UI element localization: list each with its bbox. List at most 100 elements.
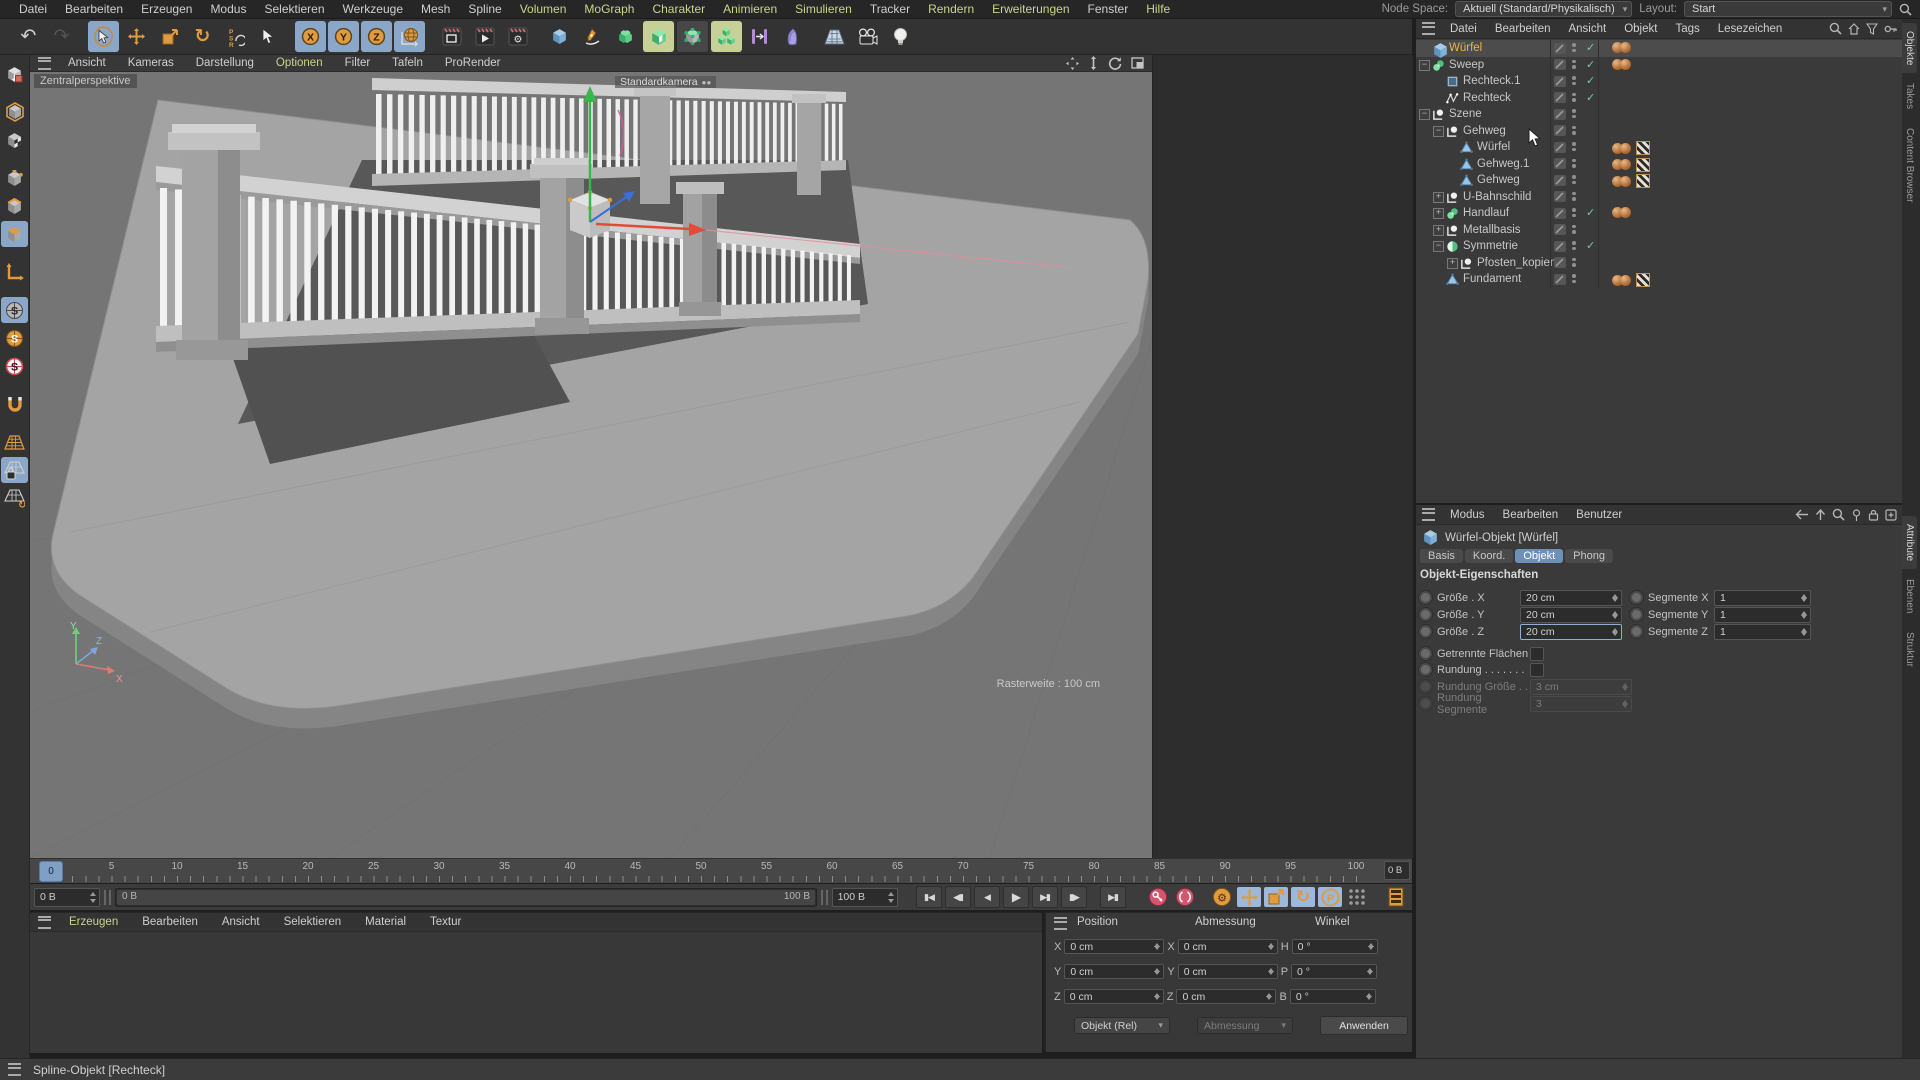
- texture-tag-icon[interactable]: [1636, 174, 1650, 188]
- object-menu-datei[interactable]: Datei: [1441, 23, 1486, 35]
- visibility-dots-icon[interactable]: [1572, 142, 1576, 151]
- deformer-menu[interactable]: [676, 20, 709, 53]
- node-space-select[interactable]: Aktuell (Standard/Physikalisch) ▾: [1455, 1, 1633, 17]
- segments-value-field[interactable]: 1: [1714, 606, 1811, 623]
- checkbox[interactable]: [1530, 662, 1544, 677]
- tab-basis[interactable]: Basis: [1420, 549, 1463, 563]
- size-value-field[interactable]: 20 cm: [1520, 623, 1622, 640]
- object-row-rechteck-1[interactable]: Rechteck.1 ✓: [1416, 73, 1902, 90]
- visibility-dots-icon[interactable]: [1572, 224, 1576, 234]
- stepper-icon[interactable]: [1267, 940, 1275, 953]
- visibility-dots-icon[interactable]: [1572, 76, 1576, 85]
- back-arrow-icon[interactable]: [1795, 509, 1809, 520]
- make-editable-button[interactable]: [1, 61, 28, 87]
- menu-modus[interactable]: Modus: [201, 2, 255, 16]
- pan-view-icon[interactable]: [1066, 56, 1079, 70]
- bend-deformer-menu[interactable]: [777, 21, 808, 52]
- range-handle-left[interactable]: [104, 889, 111, 905]
- collapse-icon[interactable]: −: [1433, 125, 1444, 137]
- point-mode-button[interactable]: [1, 165, 28, 191]
- object-name[interactable]: Gehweg.1: [1477, 158, 1529, 170]
- object-name[interactable]: Rechteck: [1463, 92, 1511, 104]
- size-value-field[interactable]: 20 cm: [1520, 589, 1622, 606]
- dolly-view-icon[interactable]: [1088, 56, 1099, 70]
- material-list-empty[interactable]: [30, 931, 1042, 1053]
- search-icon[interactable]: [1832, 508, 1845, 521]
- up-arrow-icon[interactable]: [1815, 508, 1826, 521]
- position-field[interactable]: 0 cm: [1063, 989, 1164, 1004]
- material-tag-icon[interactable]: [1620, 58, 1631, 70]
- layout-select[interactable]: Start ▾: [1684, 1, 1892, 17]
- visibility-dots-icon[interactable]: [1572, 208, 1576, 217]
- stepper-icon[interactable]: [1153, 990, 1161, 1003]
- next-frame-icon[interactable]: ▶▮: [1032, 886, 1058, 908]
- enable-toggle-icon[interactable]: [1554, 75, 1566, 87]
- search-icon[interactable]: [1829, 22, 1842, 35]
- goto-start-icon[interactable]: ▮◀: [916, 886, 942, 908]
- apply-button[interactable]: Anwenden: [1320, 1016, 1408, 1035]
- collapse-icon[interactable]: −: [1419, 109, 1430, 120]
- collapse-icon[interactable]: −: [1433, 241, 1444, 252]
- coordinate-system-toggle[interactable]: [394, 21, 425, 52]
- attribute-menu-modus[interactable]: Modus: [1441, 509, 1494, 521]
- dock-tab-takes[interactable]: Takes: [1902, 75, 1917, 117]
- menu-hilfe[interactable]: Hilfe: [1137, 2, 1179, 16]
- enable-toggle-icon[interactable]: [1554, 108, 1566, 120]
- material-tag-icon[interactable]: [1620, 42, 1631, 53]
- object-row-sweep[interactable]: − Sweep ✓: [1416, 56, 1902, 73]
- expand-icon[interactable]: +: [1433, 224, 1444, 236]
- angle-field[interactable]: 0 °: [1291, 964, 1378, 979]
- visibility-dots-icon[interactable]: [1572, 191, 1576, 201]
- timeline-window-icon[interactable]: [1384, 887, 1408, 907]
- stepper-icon[interactable]: [89, 889, 97, 906]
- enable-toggle-icon[interactable]: [1554, 257, 1566, 268]
- attribute-menu-bearbeiten[interactable]: Bearbeiten: [1494, 509, 1568, 521]
- visibility-dots-icon[interactable]: [1572, 43, 1576, 52]
- keyframe-selection-icon[interactable]: ⚙: [1210, 887, 1234, 907]
- snap-settings-button[interactable]: S: [1, 325, 28, 351]
- object-menu-bearbeiten[interactable]: Bearbeiten: [1486, 23, 1560, 35]
- prev-key-icon[interactable]: ◀▮: [945, 886, 971, 908]
- menu-charakter[interactable]: Charakter: [643, 2, 714, 16]
- dock-tab-struktur[interactable]: Struktur: [1902, 624, 1917, 675]
- material-tag-icon[interactable]: [1620, 274, 1631, 286]
- environment-floor-menu[interactable]: [819, 21, 850, 52]
- menu-rendern[interactable]: Rendern: [919, 2, 983, 16]
- enable-toggle-icon[interactable]: [1554, 224, 1566, 235]
- object-name[interactable]: Szene: [1449, 108, 1482, 120]
- enable-toggle-icon[interactable]: [1554, 125, 1566, 136]
- object-row-gehweg[interactable]: − Gehweg: [1416, 122, 1902, 139]
- current-frame-field[interactable]: 0 B: [1384, 861, 1410, 880]
- dock-tab-objekte[interactable]: Objekte: [1902, 23, 1917, 74]
- material-tag-icon[interactable]: [1620, 142, 1631, 154]
- key-parameter-icon[interactable]: P: [1318, 887, 1342, 907]
- generator-check-icon[interactable]: ✓: [1586, 206, 1595, 219]
- primitive-object-menu[interactable]: [544, 21, 575, 52]
- polygon-mode-button[interactable]: [1, 221, 28, 247]
- material-menu-erzeugen[interactable]: Erzeugen: [57, 916, 130, 928]
- play-icon[interactable]: ▶: [1003, 886, 1029, 908]
- object-name[interactable]: Handlauf: [1463, 207, 1509, 219]
- menu-fenster[interactable]: Fenster: [1079, 2, 1138, 16]
- menu-icon[interactable]: [38, 915, 51, 929]
- object-name[interactable]: Würfel: [1449, 42, 1482, 54]
- model-mode-button[interactable]: [1, 99, 28, 125]
- toggle-view-icon[interactable]: [1131, 57, 1144, 69]
- move-tool[interactable]: [121, 21, 152, 52]
- position-field[interactable]: 0 cm: [1064, 939, 1165, 954]
- dock-tab-ebenen[interactable]: Ebenen: [1902, 571, 1917, 621]
- next-key-icon[interactable]: ▮▶: [1061, 886, 1087, 908]
- object-row-handlauf[interactable]: + Handlauf ✓: [1416, 205, 1902, 222]
- generator-check-icon[interactable]: ✓: [1586, 74, 1595, 87]
- lock-workplane-button[interactable]: [1, 457, 28, 483]
- object-name[interactable]: Metallbasis: [1463, 224, 1521, 236]
- workplane-button[interactable]: [1, 429, 28, 455]
- enable-snap-button[interactable]: S: [1, 297, 28, 323]
- menu-icon[interactable]: [1422, 508, 1435, 521]
- key-pla-icon[interactable]: [1345, 887, 1369, 907]
- key-icon[interactable]: [1884, 23, 1897, 35]
- tab-phong[interactable]: Phong: [1565, 549, 1613, 563]
- mograph-cloner-menu[interactable]: [711, 21, 742, 52]
- attribute-menu-benutzer[interactable]: Benutzer: [1567, 509, 1631, 521]
- live-selection-tool[interactable]: [88, 21, 119, 52]
